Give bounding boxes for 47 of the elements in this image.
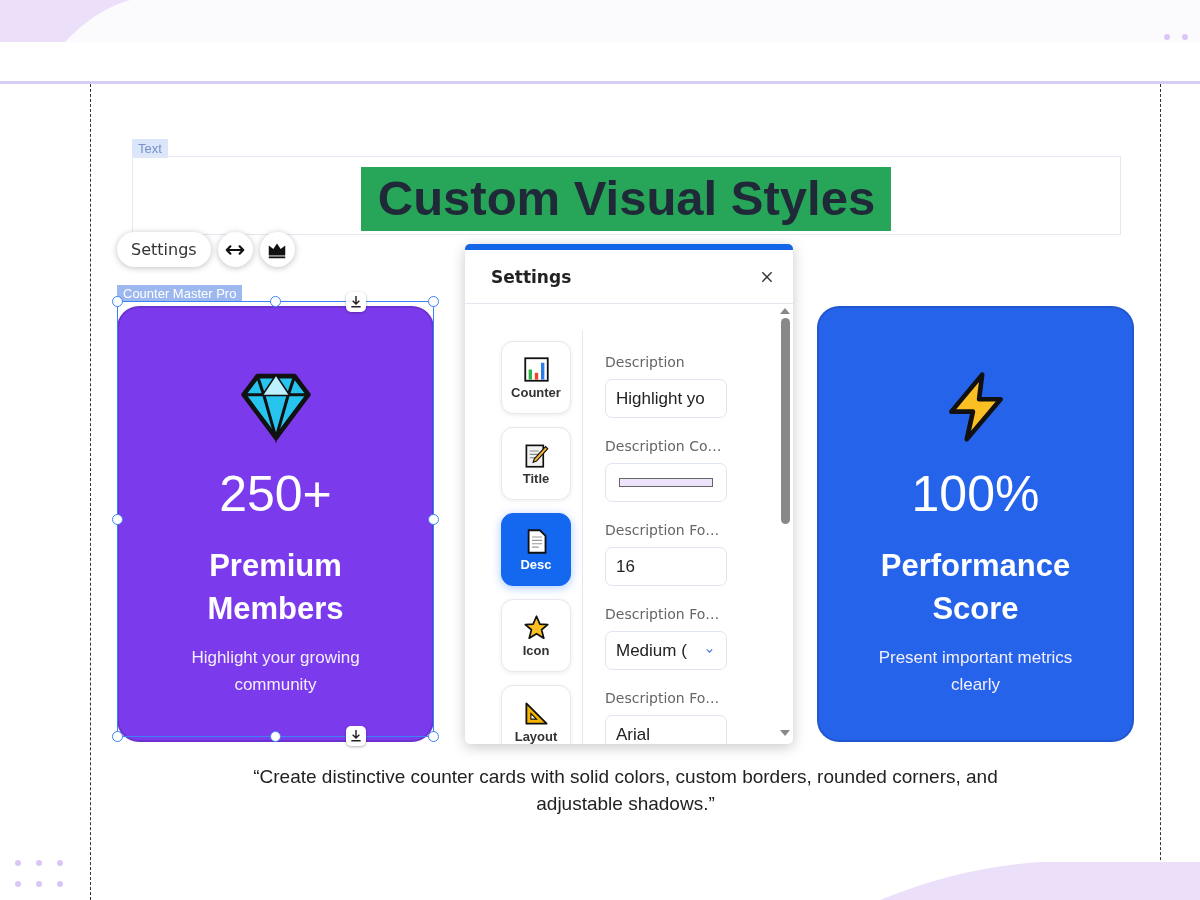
field-label: Description Co… bbox=[605, 438, 723, 454]
dropdown-value: Medium ( bbox=[616, 640, 687, 661]
field-label: Description Fo… bbox=[605, 522, 721, 538]
star-icon bbox=[522, 613, 550, 641]
download-icon bbox=[348, 294, 364, 310]
panel-title: Settings bbox=[491, 266, 572, 287]
caption-text: “Create distinctive counter cards with solid colors, custom borders, rounded corners, and adjustable shadows.” bbox=[252, 765, 999, 816]
dots-decoration bbox=[1164, 34, 1188, 40]
resize-handle[interactable] bbox=[112, 514, 123, 525]
field-label: Description Fo… bbox=[605, 690, 721, 706]
element-label: Text bbox=[132, 139, 168, 158]
settings-tab[interactable]: Icon bbox=[501, 599, 571, 672]
settings-tab[interactable]: Title bbox=[501, 427, 571, 500]
resize-handle[interactable] bbox=[112, 731, 123, 742]
settings-tab[interactable]: Desc bbox=[501, 513, 571, 586]
field-label: Description bbox=[605, 354, 686, 370]
resize-handle[interactable] bbox=[428, 514, 439, 525]
stretch-button[interactable] bbox=[217, 232, 253, 267]
text-field[interactable]: 16 bbox=[605, 547, 727, 586]
text-field[interactable]: Arial bbox=[605, 715, 727, 744]
scroll-thumb[interactable] bbox=[780, 318, 790, 524]
field-label: Description Fo… bbox=[605, 606, 721, 622]
counter-number: 100% bbox=[911, 465, 1040, 524]
settings-tab[interactable]: Counter bbox=[501, 341, 571, 414]
counter-number: 250+ bbox=[219, 465, 332, 524]
bar-chart-icon bbox=[522, 355, 550, 383]
settings-button[interactable]: Settings bbox=[117, 232, 211, 267]
resize-handle[interactable] bbox=[270, 731, 281, 742]
resize-handle[interactable] bbox=[428, 296, 439, 307]
dots-decoration bbox=[15, 860, 63, 887]
color-field[interactable] bbox=[605, 463, 727, 502]
text-field[interactable]: Highlight yo bbox=[605, 379, 727, 418]
card-description: Present important metrics clearly bbox=[877, 647, 1074, 696]
heading: Custom Visual Styles bbox=[360, 167, 892, 231]
settings-tab[interactable]: Layout bbox=[501, 685, 571, 744]
resize-handle[interactable] bbox=[112, 296, 123, 307]
card-title: Performance Score bbox=[879, 547, 1072, 628]
card-description: Highlight your growing community bbox=[190, 647, 361, 696]
premium-button[interactable] bbox=[259, 232, 295, 267]
scroll-down-arrow[interactable] bbox=[780, 730, 790, 736]
resize-handle[interactable] bbox=[270, 296, 281, 307]
anchor-button[interactable] bbox=[346, 726, 366, 746]
resize-handle[interactable] bbox=[428, 731, 439, 742]
card-title: Premium Members bbox=[206, 547, 345, 628]
dropdown[interactable]: Medium ( bbox=[605, 631, 727, 670]
anchor-button[interactable] bbox=[346, 292, 366, 312]
download-icon bbox=[348, 728, 364, 744]
